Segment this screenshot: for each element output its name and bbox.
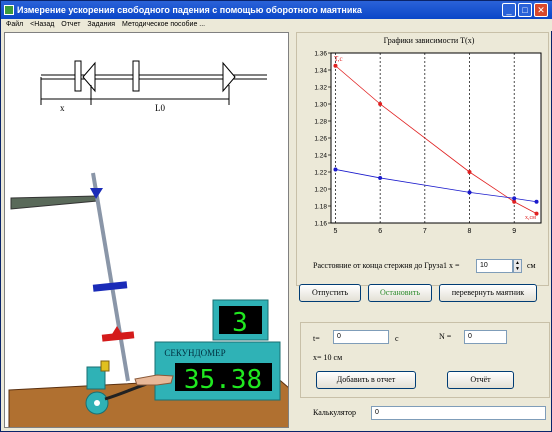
title-bar: Измерение ускорения свободного падения с… — [1, 1, 552, 19]
sensor-hub — [94, 400, 100, 406]
menu-manual[interactable]: Методическое пособие ... — [122, 21, 205, 28]
x-tick-label: 8 — [468, 228, 472, 235]
maximize-button[interactable]: □ — [518, 3, 532, 17]
pendulum-scene: x L0 3 СЕКУНДОМЕР 35.38 — [4, 32, 289, 428]
y-tick-label: 1.18 — [314, 204, 327, 211]
t-input[interactable]: 0 — [333, 330, 389, 344]
menu-report[interactable]: Отчет — [61, 21, 80, 28]
menu-back[interactable]: <Назад — [30, 21, 54, 28]
support-bracket — [10, 195, 98, 210]
menu-tasks[interactable]: Задания — [87, 21, 115, 28]
add-to-report-button[interactable]: Добавить в отчет — [316, 371, 416, 389]
y-axis-label: T,c — [334, 55, 343, 63]
t-unit: c — [395, 334, 399, 343]
chart: Графики зависимости T(x) 1.16 1.18 1.20 1.2… — [314, 36, 542, 235]
y-tick-label: 1.22 — [314, 170, 327, 177]
distance-input[interactable]: 10 — [476, 259, 513, 273]
y-tick-label: 1.36 — [314, 51, 327, 58]
data-point — [467, 170, 472, 174]
close-button[interactable]: ✕ — [534, 3, 548, 17]
stopwatch-time: 35.38 — [184, 365, 262, 395]
x-axis-label: x,cм — [525, 215, 536, 221]
measurement-group: t= 0 c N = 0 x= 10 см Добавить в отчет О… — [300, 322, 550, 398]
y-tick-label: 1.24 — [314, 153, 327, 160]
release-button[interactable]: Отпустить — [299, 284, 361, 302]
x-tick-label: 6 — [378, 228, 382, 235]
x-tick-label: 7 — [423, 228, 427, 235]
minimize-button[interactable]: _ — [502, 3, 516, 17]
menu-file[interactable]: Файл — [6, 21, 23, 28]
y-tick-label: 1.26 — [314, 136, 327, 143]
sensor-light — [100, 360, 110, 372]
y-tick-label: 1.20 — [314, 187, 327, 194]
rod-schematic — [40, 60, 267, 105]
x-tick-label: 5 — [334, 228, 338, 235]
calculator-label: Калькулятор — [313, 408, 356, 417]
x-info: x= 10 см — [313, 353, 343, 362]
y-tick-label: 1.32 — [314, 85, 327, 92]
right-panel: Графики зависимости T(x) 1.16 1.18 1.20 1.2… — [291, 32, 551, 431]
data-point — [534, 199, 539, 204]
data-point — [378, 102, 383, 106]
n-input[interactable]: 0 — [464, 330, 507, 344]
l0-dimension-label: L0 — [155, 103, 165, 113]
scene-drawing: x L0 3 СЕКУНДОМЕР 35.38 — [8, 60, 288, 427]
app-icon — [4, 5, 14, 15]
y-tick-label: 1.30 — [314, 102, 327, 109]
y-tick-label: 1.16 — [314, 221, 327, 228]
x-dimension-label: x — [60, 103, 65, 113]
distance-label: Расстояние от конца стержня до Груза1 x … — [313, 261, 460, 270]
report-button[interactable]: Отчёт — [447, 371, 514, 389]
data-point — [378, 175, 383, 180]
data-point — [467, 190, 472, 195]
window-title: Измерение ускорения свободного падения с… — [17, 5, 362, 15]
t-label: t= — [313, 334, 320, 343]
hand-icon — [134, 374, 174, 386]
main-window: Измерение ускорения свободного падения с… — [0, 0, 552, 432]
distance-spinner[interactable]: ▲ ▼ — [513, 259, 522, 273]
stop-button[interactable]: Остановить — [368, 284, 432, 302]
counter-value: 3 — [232, 308, 248, 338]
y-tick-label: 1.34 — [314, 68, 327, 75]
data-point — [333, 63, 338, 68]
n-label: N = — [439, 332, 452, 341]
y-tick-label: 1.28 — [314, 119, 327, 126]
graph-panel: Графики зависимости T(x) 1.16 1.18 1.20 1.2… — [296, 32, 549, 286]
x-tick-label: 9 — [512, 228, 516, 235]
stopwatch-label: СЕКУНДОМЕР — [164, 348, 225, 358]
data-point — [512, 196, 517, 201]
data-point — [333, 167, 338, 172]
flip-pendulum-button[interactable]: перевернуть маятник — [439, 284, 537, 302]
menu-bar: Файл <Назад Отчет Задания Методическое п… — [1, 19, 552, 31]
distance-unit: см — [527, 261, 536, 270]
pendulum-rod — [91, 172, 130, 382]
calculator-input[interactable]: 0 — [371, 406, 546, 420]
chart-title: Графики зависимости T(x) — [384, 36, 475, 45]
